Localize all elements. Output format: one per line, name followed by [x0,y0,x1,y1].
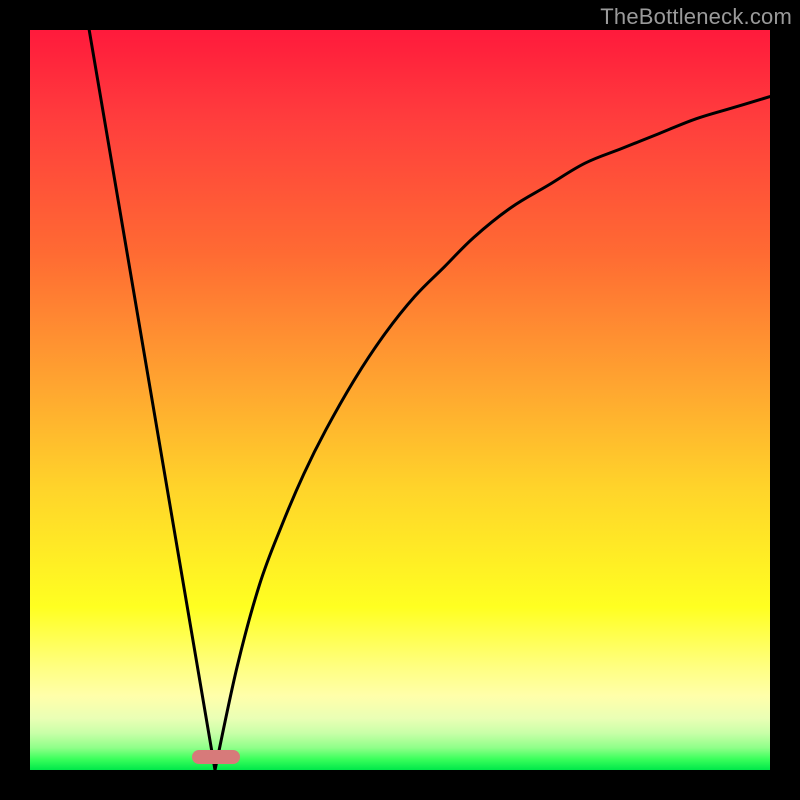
chart-frame: TheBottleneck.com [0,0,800,800]
left-branch [89,30,215,770]
right-branch [215,97,770,770]
notch-marker [192,750,240,764]
watermark-text: TheBottleneck.com [600,4,792,30]
curve-layer [30,30,770,770]
